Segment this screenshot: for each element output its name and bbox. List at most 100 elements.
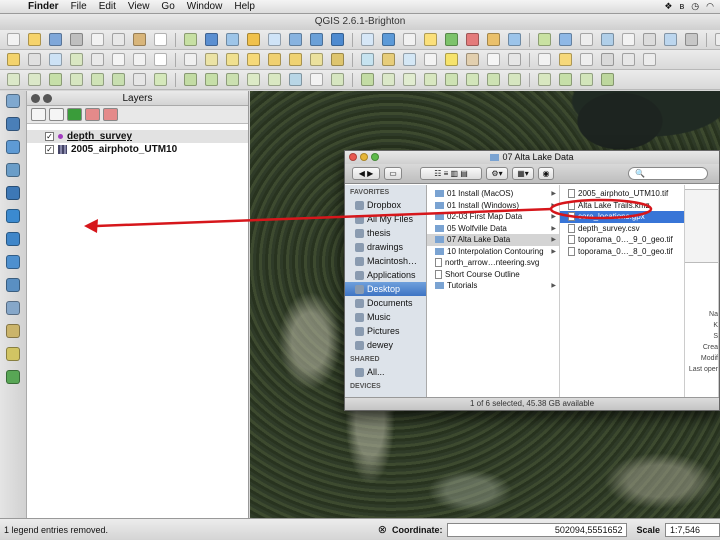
sidebar-item[interactable]: All My Files xyxy=(345,212,426,226)
sidebar-item[interactable]: All... xyxy=(345,365,426,379)
toolbar-tool-icon[interactable] xyxy=(400,31,419,48)
toolbar-tool-icon[interactable] xyxy=(598,71,617,88)
add-layer-icon[interactable] xyxy=(3,255,24,275)
toolbar-tool-icon[interactable] xyxy=(442,51,461,68)
sidebar-item[interactable]: Pictures xyxy=(345,324,426,338)
toolbar-tool-icon[interactable] xyxy=(400,71,419,88)
toolbar-tool-icon[interactable] xyxy=(484,31,503,48)
toolbar-tool-icon[interactable] xyxy=(640,31,659,48)
sidebar-item[interactable]: thesis xyxy=(345,226,426,240)
toolbar-tool-icon[interactable] xyxy=(88,51,107,68)
finder-list-item[interactable]: toporama_0…_9_0_geo.tif xyxy=(560,234,684,246)
layer-row-airphoto[interactable]: ✓ 2005_airphoto_UTM10 xyxy=(27,143,248,156)
toolbar-tool-icon[interactable] xyxy=(25,51,44,68)
add-layer-icon[interactable] xyxy=(3,347,24,367)
toolbar-tool-icon[interactable] xyxy=(202,51,221,68)
toolbar-tool-icon[interactable] xyxy=(400,51,419,68)
menu-file[interactable]: File xyxy=(65,1,93,12)
toolbar-tool-icon[interactable] xyxy=(109,51,128,68)
toolbar-tool-icon[interactable] xyxy=(130,51,149,68)
toolbar-tool-icon[interactable] xyxy=(556,51,575,68)
toolbar-tool-icon[interactable] xyxy=(151,71,170,88)
toolbar-tool-icon[interactable] xyxy=(223,51,242,68)
toolbar-tool-icon[interactable] xyxy=(286,31,305,48)
toolbar-tool-icon[interactable] xyxy=(244,51,263,68)
layer-visibility-checkbox[interactable]: ✓ xyxy=(45,132,54,141)
toolbar-tool-icon[interactable] xyxy=(109,31,128,48)
toolbar-tool-icon[interactable] xyxy=(505,31,524,48)
finder-list-item[interactable]: 2005_airphoto_UTM10.tif xyxy=(560,188,684,200)
toolbar-tool-icon[interactable] xyxy=(535,71,554,88)
wifi-icon[interactable]: ◠ xyxy=(706,1,714,12)
finder-list-item[interactable]: Short Course Outline xyxy=(427,269,559,281)
layer-visibility-checkbox[interactable]: ✓ xyxy=(45,145,54,154)
toolbar-tool-icon[interactable] xyxy=(265,51,284,68)
menu-window[interactable]: Window xyxy=(181,1,229,12)
action-gear-button[interactable]: ⚙▾ xyxy=(486,167,508,180)
toolbar-tool-icon[interactable] xyxy=(421,51,440,68)
menu-view[interactable]: View xyxy=(122,1,156,12)
toolbar-tool-icon[interactable] xyxy=(244,31,263,48)
add-layer-icon[interactable] xyxy=(3,278,24,298)
toolbar-tool-icon[interactable] xyxy=(328,71,347,88)
toolbar-tool-icon[interactable] xyxy=(202,31,221,48)
toolbar-tool-icon[interactable] xyxy=(505,51,524,68)
toolbar-tool-icon[interactable] xyxy=(307,51,326,68)
toolbar-tool-icon[interactable] xyxy=(358,51,377,68)
toolbar-tool-icon[interactable] xyxy=(463,51,482,68)
toolbar-tool-icon[interactable] xyxy=(4,51,23,68)
add-layer-icon[interactable] xyxy=(3,163,24,183)
add-group-icon[interactable] xyxy=(49,108,64,121)
finder-list-item[interactable]: Tutorials ▶ xyxy=(427,280,559,292)
toolbar-tool-icon[interactable] xyxy=(484,71,503,88)
panel-close-icon[interactable] xyxy=(31,94,40,103)
finder-list-item[interactable]: north_arrow…nteering.svg xyxy=(427,257,559,269)
add-layer-icon[interactable] xyxy=(3,324,24,344)
panel-float-icon[interactable] xyxy=(43,94,52,103)
menu-edit[interactable]: Edit xyxy=(93,1,122,12)
toolbar-tool-icon[interactable] xyxy=(25,31,44,48)
sidebar-item[interactable]: Music xyxy=(345,310,426,324)
toolbar-tool-icon[interactable] xyxy=(307,71,326,88)
toolbar-tool-icon[interactable] xyxy=(130,31,149,48)
view-mode-buttons[interactable]: ☷ ≡ ▥ ▤ xyxy=(420,167,482,180)
toolbar-tool-icon[interactable] xyxy=(223,31,242,48)
finder-list-item[interactable]: 07 Alta Lake Data ▶ xyxy=(427,234,559,246)
toolbar-tool-icon[interactable] xyxy=(151,51,170,68)
finder-list-item[interactable]: 01 Install (MacOS) ▶ xyxy=(427,188,559,200)
toolbar-tool-icon[interactable] xyxy=(577,31,596,48)
add-layer-icon[interactable] xyxy=(3,370,24,390)
toolbar-tool-icon[interactable] xyxy=(223,71,242,88)
toolbar-tool-icon[interactable] xyxy=(535,51,554,68)
sidebar-item[interactable]: Applications xyxy=(345,268,426,282)
toolbar-tool-icon[interactable] xyxy=(202,71,221,88)
filter-legend-icon[interactable] xyxy=(67,108,82,121)
toolbar-tool-icon[interactable] xyxy=(379,51,398,68)
toolbar-tool-icon[interactable] xyxy=(421,71,440,88)
dropbox-status-icon[interactable]: ❖ xyxy=(664,1,672,12)
timemachine-icon[interactable]: ◷ xyxy=(691,1,699,12)
expand-all-icon[interactable] xyxy=(85,108,100,121)
toolbar-tool-icon[interactable] xyxy=(577,71,596,88)
toolbar-tool-icon[interactable] xyxy=(67,31,86,48)
finder-list-item[interactable]: depth_survey.csv xyxy=(560,223,684,235)
toolbar-tool-icon[interactable] xyxy=(286,51,305,68)
toolbar-tool-icon[interactable] xyxy=(442,71,461,88)
back-forward-buttons[interactable]: ◀ ▶ xyxy=(352,167,380,180)
toolbar-tool-icon[interactable] xyxy=(328,51,347,68)
add-layer-icon[interactable] xyxy=(3,117,24,137)
style-manager-icon[interactable] xyxy=(31,108,46,121)
toolbar-tool-icon[interactable] xyxy=(109,71,128,88)
collapse-all-icon[interactable] xyxy=(103,108,118,121)
coordinate-field[interactable]: 502094,5551652 xyxy=(447,522,628,537)
toolbar-tool-icon[interactable] xyxy=(265,71,284,88)
toolbar-tool-icon[interactable] xyxy=(151,31,170,48)
sidebar-item[interactable]: drawings xyxy=(345,240,426,254)
toolbar-tool-icon[interactable] xyxy=(505,71,524,88)
toolbar-tool-icon[interactable] xyxy=(556,31,575,48)
toolbar-tool-icon[interactable] xyxy=(358,71,377,88)
toolbar-tool-icon[interactable] xyxy=(619,51,638,68)
toolbar-tool-icon[interactable] xyxy=(244,71,263,88)
toolbar-tool-icon[interactable] xyxy=(421,31,440,48)
toolbar-tool-icon[interactable] xyxy=(535,31,554,48)
